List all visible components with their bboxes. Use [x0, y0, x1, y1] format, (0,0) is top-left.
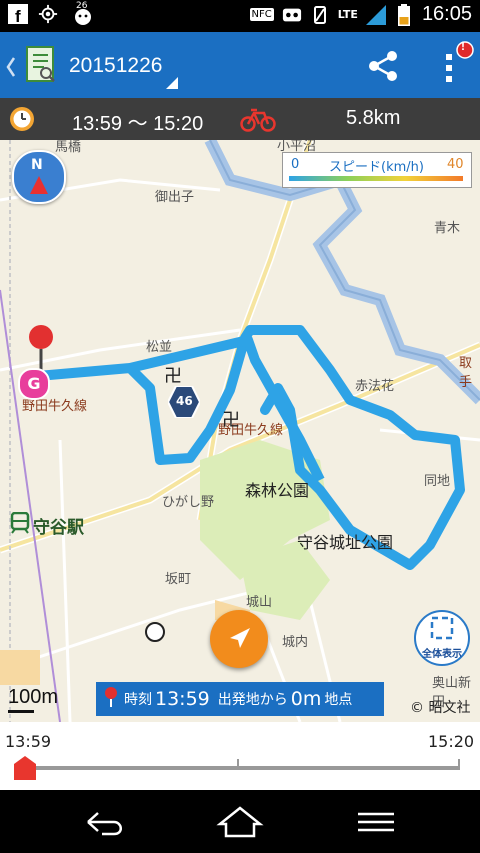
- status-bar: f 26 NFC LTE 16:05: [0, 0, 480, 32]
- trip-info-bar: 13:59 ～ 15:20 5.8km: [0, 98, 480, 140]
- weather-icon: 26: [68, 1, 98, 25]
- timeline-thumb[interactable]: [14, 756, 36, 780]
- overflow-menu-button[interactable]: !: [432, 39, 476, 90]
- place-label: 取手: [459, 356, 473, 390]
- network-type: LTE: [337, 8, 358, 21]
- compass-button[interactable]: N: [12, 150, 66, 204]
- time-value: 13:59: [155, 688, 210, 710]
- station-marker: 守谷駅: [10, 511, 84, 538]
- nav-menu-button[interactable]: [350, 804, 402, 840]
- time-middle: 出発地から: [217, 692, 288, 708]
- locate-button[interactable]: [210, 610, 268, 668]
- place-label: 小平沼: [277, 140, 317, 154]
- svg-text:f: f: [15, 7, 21, 24]
- speed-gradient-bar: [289, 176, 463, 181]
- speed-legend: 0 スピード(km/h) 40: [282, 152, 472, 188]
- location-ring-icon: [144, 621, 166, 647]
- speed-min: 0: [291, 157, 300, 172]
- vibrate-icon: [310, 5, 330, 25]
- place-label: 赤法花: [355, 379, 395, 394]
- scale-label: 100m: [8, 686, 59, 708]
- more-vert-icon: [446, 41, 474, 82]
- bicycle-icon: [240, 105, 276, 137]
- dropdown-triangle-icon: [166, 74, 178, 93]
- compass-arrow-icon: [30, 176, 48, 198]
- notebook-icon: [24, 45, 58, 89]
- place-label: 同地: [424, 474, 451, 489]
- signal-icon: [365, 4, 386, 25]
- compass-north-label: N: [31, 157, 43, 173]
- time-suffix: 地点: [324, 692, 353, 708]
- place-label: 青木: [434, 221, 461, 236]
- app-bar: 20151226 !: [0, 32, 480, 98]
- place-label: 馬橋: [55, 140, 82, 155]
- system-nav-bar: [0, 790, 480, 853]
- facebook-icon: f: [8, 4, 28, 24]
- pin-icon: [104, 686, 118, 712]
- shrine-icon: 卍: [164, 366, 182, 387]
- timeline-tick: [237, 759, 239, 769]
- place-label: 城山: [246, 595, 273, 610]
- route-number: 46: [176, 394, 193, 408]
- route-shield: 46: [166, 385, 202, 419]
- map-view[interactable]: N 0 スピード(km/h) 40 馬橋 小平沼 御出子 青木 松並 野田牛久線…: [0, 140, 480, 722]
- scale-bar: [8, 710, 34, 713]
- nfc-icon: NFC: [249, 8, 274, 21]
- speed-label: スピード(km/h): [329, 160, 424, 175]
- share-button[interactable]: [364, 48, 404, 84]
- goal-label: G: [27, 374, 41, 393]
- log-title-dropdown[interactable]: 20151226: [66, 50, 184, 89]
- shrine-icon: 卍: [222, 410, 240, 431]
- battery-icon: [394, 3, 414, 26]
- timeline-slider[interactable]: [14, 756, 466, 782]
- map-copyright: © 昭文社: [410, 700, 471, 716]
- timeline-tick: [458, 759, 460, 769]
- timeline-start: 13:59: [5, 732, 52, 751]
- menu-icon: [358, 812, 394, 832]
- park-label: 森林公園: [245, 481, 310, 500]
- timeline-panel: 13:59 15:20: [0, 722, 480, 790]
- place-label: 松並: [146, 340, 173, 355]
- page-title: 20151226: [69, 54, 163, 77]
- place-label: 坂町: [165, 572, 192, 587]
- speed-max: 40: [447, 157, 464, 172]
- gps-icon: [38, 4, 58, 24]
- share-icon: [369, 51, 397, 81]
- place-label: ひがし野: [162, 495, 215, 510]
- distance-value: 0m: [290, 688, 322, 710]
- show-all-label: 全体表示: [422, 649, 462, 660]
- timeline-end: 15:20: [428, 732, 475, 751]
- time-info-box: 時刻 13:59 出発地から 0m 地点: [96, 682, 384, 716]
- back-arrow-icon: [87, 812, 122, 836]
- place-label: 御出子: [155, 190, 195, 205]
- navigation-arrow-icon: [230, 628, 250, 648]
- time-prefix: 時刻: [124, 692, 152, 708]
- place-label: 城内: [282, 635, 309, 650]
- station-label: 守谷駅: [33, 517, 84, 538]
- voicemail-icon: [282, 5, 302, 25]
- notification-badge: !: [461, 39, 465, 53]
- trip-distance: 5.8km: [346, 107, 401, 129]
- show-all-button[interactable]: 全体表示: [414, 610, 470, 666]
- nav-back-button[interactable]: [78, 804, 130, 840]
- nav-home-button[interactable]: [214, 802, 266, 840]
- train-icon: [10, 511, 30, 538]
- status-clock: 16:05: [421, 3, 472, 25]
- trip-time-range: 13:59 ～ 15:20: [72, 113, 204, 135]
- park-label: 守谷城址公園: [297, 533, 394, 552]
- map-scale: 100m: [8, 686, 58, 713]
- weather-temp: 26: [76, 1, 88, 11]
- clock-icon: [8, 105, 36, 137]
- home-icon: [216, 806, 264, 838]
- goal-marker[interactable]: G: [18, 368, 50, 400]
